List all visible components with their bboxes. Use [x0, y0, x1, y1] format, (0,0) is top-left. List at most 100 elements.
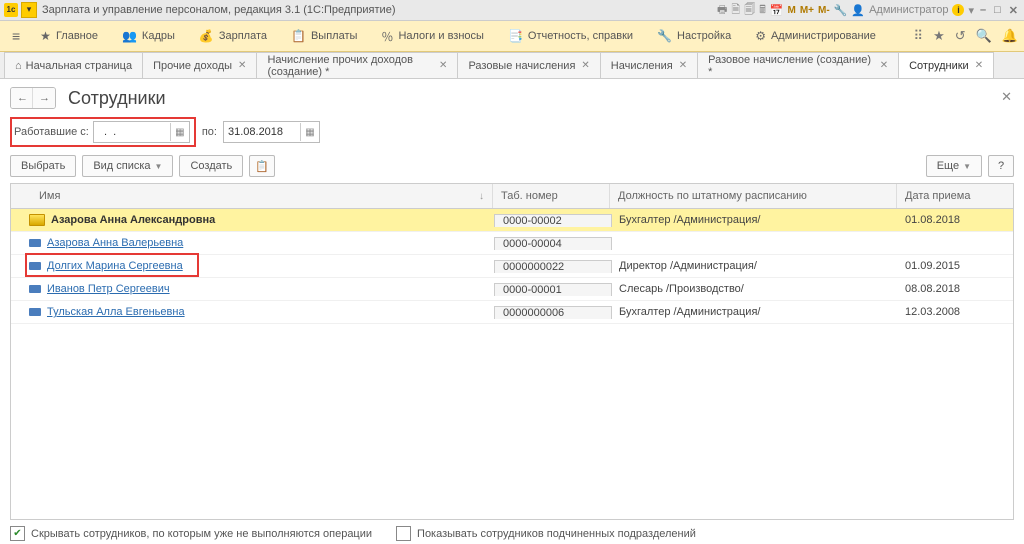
grid-body[interactable]: Азарова Анна Александровна 0000-00002 Бу… [11, 209, 1013, 519]
date-from-input[interactable] [94, 123, 170, 141]
tab-close-icon[interactable]: ✕ [439, 60, 447, 71]
forward-button[interactable]: → [33, 88, 55, 108]
tab-other-income[interactable]: Прочие доходы ✕ [142, 52, 257, 78]
col-hiredate[interactable]: Дата приема [897, 184, 1013, 208]
create-button[interactable]: Создать [179, 155, 243, 177]
tab-close-icon[interactable]: ✕ [880, 60, 888, 71]
show-sub-checkbox[interactable] [396, 526, 411, 541]
info-icon[interactable]: i [952, 4, 964, 16]
more-button[interactable]: Еще▼ [926, 155, 982, 177]
tab-other-income-create[interactable]: Начисление прочих доходов (создание) *✕ [256, 52, 458, 78]
menu-hr[interactable]: 👥Кадры [112, 21, 185, 51]
compare-icon[interactable]: 🗐 [744, 1, 755, 20]
employee-link[interactable]: Долгих Марина Сергеевна [47, 260, 183, 272]
percent-icon: ％ [381, 28, 393, 45]
page-header: ← → Сотрудники [10, 87, 1014, 109]
report-icon: 📑 [508, 29, 523, 43]
menu-hr-label: Кадры [142, 30, 175, 42]
document-tabs: ⌂Начальная страница Прочие доходы ✕ Начис… [0, 52, 1024, 79]
print-icon[interactable]: 🖶 [717, 1, 727, 20]
hamburger-icon[interactable]: ≡ [6, 28, 26, 44]
user-name[interactable]: Администратор [869, 4, 948, 16]
history-icon[interactable]: ↺ [955, 28, 966, 44]
tab-label: Начальная страница [26, 60, 132, 72]
fav-icon[interactable]: ★ [933, 28, 945, 44]
tab-close-icon[interactable]: ✕ [238, 60, 246, 71]
row-icon [29, 285, 41, 293]
calendar-icon[interactable]: ▦ [300, 123, 319, 141]
tab-close-icon[interactable]: ✕ [679, 60, 687, 71]
tab-onetime[interactable]: Разовые начисления✕ [457, 52, 600, 78]
tab-close-icon[interactable]: ✕ [975, 60, 983, 71]
menu-salary-label: Зарплата [219, 30, 267, 42]
cell-date: 01.09.2015 [897, 260, 1013, 272]
search-icon[interactable]: 🔍 [976, 28, 992, 44]
viewtype-button[interactable]: Вид списка▼ [82, 155, 173, 177]
menu-reports[interactable]: 📑 Отчетность, справки [498, 21, 643, 51]
tab-employees[interactable]: Сотрудники✕ [898, 52, 994, 78]
apps-icon[interactable]: ⠿ [914, 28, 924, 44]
page-footer: ✔ Скрывать сотрудников, по которым уже н… [10, 520, 1014, 541]
chevron-down-icon: ▼ [963, 162, 971, 171]
date-to-box: ▦ [223, 121, 320, 143]
tab-label: Начисления [611, 60, 673, 72]
row-icon [29, 239, 41, 247]
back-button[interactable]: ← [11, 88, 33, 108]
cell-tab: 0000-00002 [494, 214, 612, 227]
m-minus-icon[interactable]: M- [818, 5, 830, 16]
favorites-dropdown-icon[interactable]: ▾ [21, 2, 37, 18]
tab-charges[interactable]: Начисления ✕ [600, 52, 698, 78]
paste-button[interactable]: 📋 [249, 155, 275, 177]
cell-date: 12.03.2008 [897, 306, 1013, 318]
menu-settings[interactable]: 🔧Настройка [647, 21, 741, 51]
select-button[interactable]: Выбрать [10, 155, 76, 177]
tools-icon[interactable]: 🔧 [834, 4, 848, 17]
page-close-icon[interactable]: ✕ [1001, 89, 1012, 105]
cell-tab: 0000000022 [494, 260, 612, 273]
table-row[interactable]: Азарова Анна Валерьевна 0000-00004 [11, 232, 1013, 255]
menu-main[interactable]: ★Главное [30, 21, 108, 51]
col-position[interactable]: Должность по штатному расписанию [610, 184, 897, 208]
print-preview-icon[interactable]: 🗎 [731, 1, 740, 20]
app-logo-icon: 1c [4, 3, 18, 17]
maximize-icon[interactable]: □ [992, 4, 1003, 16]
tab-close-icon[interactable]: ✕ [581, 60, 589, 71]
page-body: ✕ ← → Сотрудники Работавшие с: ▦ по: ▦ В… [0, 79, 1024, 544]
table-row[interactable]: Долгих Марина Сергеевна 0000000022 Дирек… [11, 255, 1013, 278]
m-plus-icon[interactable]: M+ [800, 5, 814, 16]
tab-home[interactable]: ⌂Начальная страница [4, 52, 143, 78]
calculator-icon[interactable]: 🖩 [759, 1, 766, 20]
window-title: Зарплата и управление персоналом, редакц… [42, 4, 717, 16]
menu-right-tools: ⠿ ★ ↺ 🔍 🔔 [914, 28, 1018, 44]
menu-payments-label: Выплаты [311, 30, 357, 42]
employee-link[interactable]: Азарова Анна Александровна [51, 214, 215, 226]
tab-label: Прочие доходы [153, 60, 232, 72]
help-button[interactable]: ? [988, 155, 1014, 177]
table-row[interactable]: Азарова Анна Александровна 0000-00002 Бу… [11, 209, 1013, 232]
table-row[interactable]: Тульская Алла Евгеньевна 0000000006 Бухг… [11, 301, 1013, 324]
filter-label: Работавшие с: [14, 126, 89, 138]
calendar-icon[interactable]: 📅 [770, 4, 784, 17]
employee-link[interactable]: Тульская Алла Евгеньевна [47, 306, 185, 318]
table-row[interactable]: Иванов Петр Сергеевич 0000-00001 Слесарь… [11, 278, 1013, 301]
menu-payments[interactable]: 📋 Выплаты [281, 21, 367, 51]
m-icon[interactable]: M [788, 5, 796, 16]
employee-link[interactable]: Иванов Петр Сергеевич [47, 283, 170, 295]
date-to-input[interactable] [224, 123, 300, 141]
col-tabnum[interactable]: Таб. номер [493, 184, 610, 208]
col-name[interactable]: Имя↓ [11, 184, 493, 208]
employee-link[interactable]: Азарова Анна Валерьевна [47, 237, 183, 249]
calendar-icon[interactable]: ▦ [170, 123, 189, 141]
menu-salary[interactable]: 💰Зарплата [189, 21, 277, 51]
close-icon[interactable]: ✕ [1007, 4, 1020, 17]
bell-icon[interactable]: 🔔 [1002, 28, 1018, 44]
menu-taxes[interactable]: ％Налоги и взносы [371, 21, 494, 51]
cell-tab: 0000-00004 [494, 237, 612, 250]
menu-admin[interactable]: ⚙Администрирование [745, 21, 886, 51]
dropdown-icon[interactable]: ▾ [968, 4, 974, 17]
hide-checkbox[interactable]: ✔ [10, 526, 25, 541]
menu-reports-label: Отчетность, справки [528, 30, 633, 42]
minimize-icon[interactable]: – [978, 4, 988, 16]
tab-onetime-create[interactable]: Разовое начисление (создание) *✕ [697, 52, 899, 78]
list-icon: 📋 [291, 29, 306, 43]
